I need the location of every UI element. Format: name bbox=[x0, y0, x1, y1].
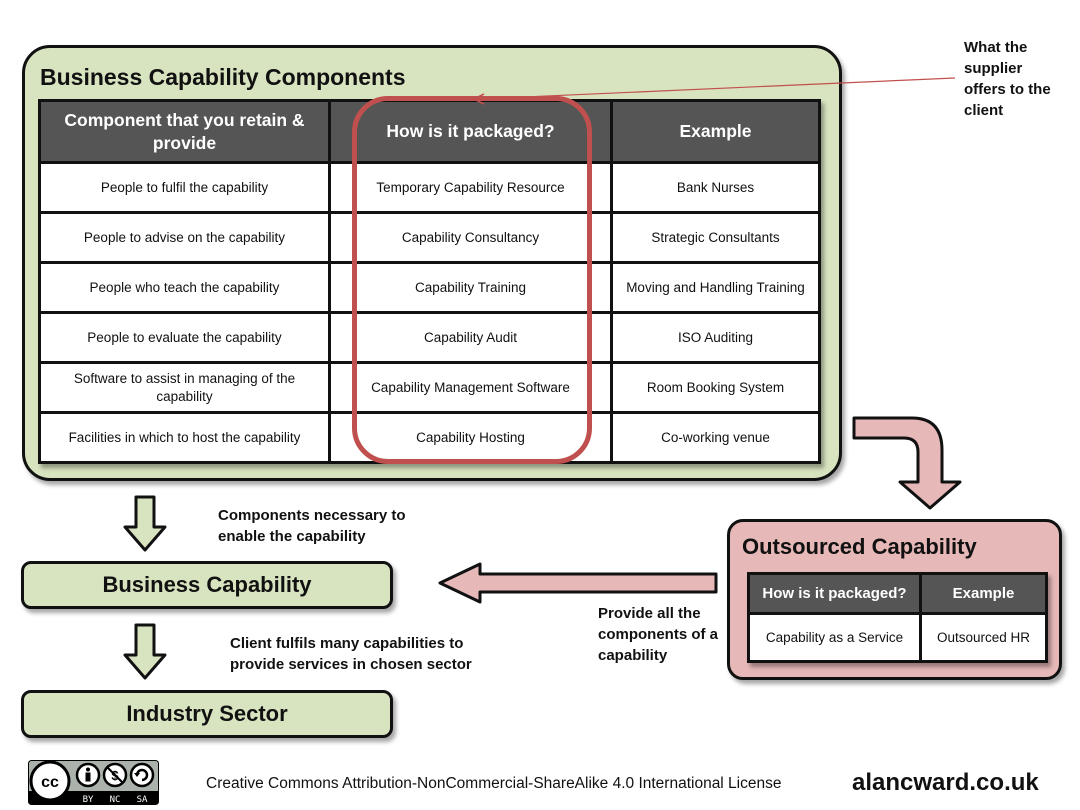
cell-packaging: Capability Hosting bbox=[328, 411, 613, 464]
column-header-packaging: How is it packaged? bbox=[328, 99, 613, 164]
components-table: Component that you retain & provide How … bbox=[38, 99, 821, 464]
cell-packaging: Capability Consultancy bbox=[328, 211, 613, 264]
industry-sector-box: Industry Sector bbox=[21, 690, 393, 738]
components-necessary-label: Components necessary to enable the capab… bbox=[218, 507, 406, 545]
cell-example: Co-working venue bbox=[610, 411, 821, 464]
table-row: Capability as a Service Outsourced HR bbox=[747, 612, 1048, 663]
table-row: People to advise on the capability Capab… bbox=[38, 211, 821, 264]
cell-packaging: Capability Management Software bbox=[328, 361, 613, 414]
column-header-example: Example bbox=[919, 572, 1048, 615]
left-arrow-icon bbox=[438, 562, 718, 604]
cell-example: Bank Nurses bbox=[610, 161, 821, 214]
cc-icon: cc bbox=[29, 760, 71, 802]
cell-example: ISO Auditing bbox=[610, 311, 821, 364]
curved-arrow-icon bbox=[852, 416, 962, 510]
supplier-annotation: What the supplier offers to the client bbox=[964, 39, 1051, 119]
table-header-row: Component that you retain & provide How … bbox=[38, 99, 821, 164]
noncommercial-icon: $ bbox=[102, 762, 128, 788]
cell-packaging: Capability as a Service bbox=[747, 612, 922, 663]
business-capability-box: Business Capability bbox=[21, 561, 393, 609]
outsourced-title: Outsourced Capability bbox=[742, 534, 977, 559]
license-text: Creative Commons Attribution-NonCommerci… bbox=[206, 775, 782, 792]
badge-nc-label: NC bbox=[110, 795, 121, 805]
attribution-icon bbox=[75, 762, 101, 788]
cell-component: Software to assist in managing of the ca… bbox=[38, 361, 331, 414]
site-link[interactable]: alancward.co.uk bbox=[852, 769, 1039, 797]
outsourced-table: How is it packaged? Example Capability a… bbox=[747, 572, 1048, 663]
provide-components-label: Provide all the components of a capabili… bbox=[598, 605, 719, 664]
cell-component: People to fulfil the capability bbox=[38, 161, 331, 214]
cell-packaging: Capability Audit bbox=[328, 311, 613, 364]
column-header-component: Component that you retain & provide bbox=[38, 99, 331, 164]
cell-packaging: Temporary Capability Resource bbox=[328, 161, 613, 214]
business-capability-label: Business Capability bbox=[102, 572, 312, 597]
svg-text:cc: cc bbox=[41, 774, 59, 791]
table-header-row: How is it packaged? Example bbox=[747, 572, 1048, 615]
creative-commons-badge: cc $ BY NC SA bbox=[28, 760, 159, 805]
table-row: People to evaluate the capability Capabi… bbox=[38, 311, 821, 364]
industry-sector-label: Industry Sector bbox=[126, 701, 288, 726]
panel-title: Business Capability Components bbox=[40, 64, 406, 90]
table-row: Software to assist in managing of the ca… bbox=[38, 361, 821, 414]
cell-example: Strategic Consultants bbox=[610, 211, 821, 264]
cell-example: Moving and Handling Training bbox=[610, 261, 821, 314]
cell-component: People who teach the capability bbox=[38, 261, 331, 314]
column-header-example: Example bbox=[610, 99, 821, 164]
cell-example: Outsourced HR bbox=[919, 612, 1048, 663]
down-arrow-icon bbox=[123, 495, 167, 552]
badge-sa-label: SA bbox=[137, 795, 148, 805]
table-row: People to fulfil the capability Temporar… bbox=[38, 161, 821, 214]
sharealike-icon bbox=[129, 762, 155, 788]
cell-example: Room Booking System bbox=[610, 361, 821, 414]
cell-component: People to advise on the capability bbox=[38, 211, 331, 264]
table-row: Facilities in which to host the capabili… bbox=[38, 411, 821, 464]
column-header-packaging: How is it packaged? bbox=[747, 572, 922, 615]
table-row: People who teach the capability Capabili… bbox=[38, 261, 821, 314]
client-fulfils-label: Client fulfils many capabilities to prov… bbox=[230, 635, 472, 673]
cell-component: People to evaluate the capability bbox=[38, 311, 331, 364]
badge-by-label: BY bbox=[83, 795, 94, 805]
cell-packaging: Capability Training bbox=[328, 261, 613, 314]
cell-component: Facilities in which to host the capabili… bbox=[38, 411, 331, 464]
down-arrow-icon bbox=[123, 623, 167, 680]
